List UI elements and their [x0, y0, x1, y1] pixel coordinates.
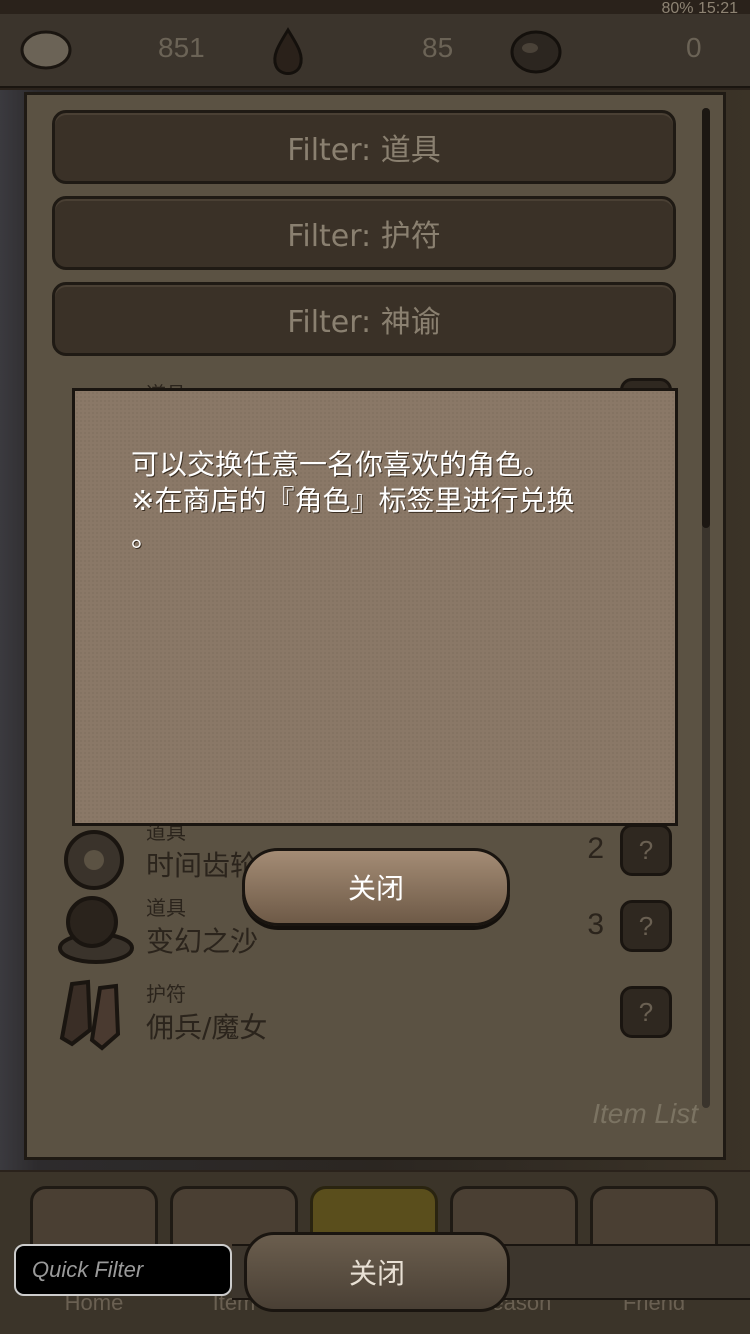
stone-count: 851: [158, 32, 205, 63]
item-name: 变幻之沙: [146, 925, 259, 958]
item-quantity: 3: [587, 908, 604, 941]
drop-icon: [273, 27, 303, 75]
filter-charm-button[interactable]: Filter: 护符: [52, 196, 676, 270]
panel-caption: Item List: [592, 1098, 698, 1129]
stone-icon: [20, 30, 72, 70]
help-button[interactable]: ?: [620, 824, 672, 876]
dialog-message: 可以交换任意一名你喜欢的角色。 ※在商店的『角色』标签里进行兑换 。: [131, 448, 575, 553]
item-name: 佣兵/魔女: [146, 1011, 268, 1044]
dialog-close-button[interactable]: 关闭: [242, 848, 510, 926]
item-name: 时间齿轮: [146, 849, 259, 882]
filter-oracle-button[interactable]: Filter: 神谕: [52, 282, 676, 356]
drop-count: 85: [422, 32, 454, 63]
item-quantity: 2: [587, 832, 604, 865]
help-button[interactable]: ?: [620, 986, 672, 1038]
hourglass-icon: [58, 896, 134, 964]
item-type: 护符: [146, 982, 186, 1006]
boots-icon: [59, 979, 121, 1051]
currency-bar: 851 85 0: [0, 14, 750, 88]
help-button[interactable]: ?: [620, 900, 672, 952]
scrollbar-thumb[interactable]: [702, 108, 710, 528]
bean-icon: [510, 30, 562, 74]
item-type: 道具: [146, 896, 186, 920]
list-item[interactable]: 护符 佣兵/魔女 ?: [52, 974, 678, 1058]
filter-item-button[interactable]: Filter: 道具: [52, 110, 676, 184]
bottom-close-button[interactable]: 关闭: [244, 1232, 510, 1312]
bean-count: 0: [686, 32, 702, 63]
quick-filter-input[interactable]: Quick Filter: [14, 1244, 232, 1296]
info-dialog: 可以交换任意一名你喜欢的角色。 ※在商店的『角色』标签里进行兑换 。: [72, 388, 678, 826]
